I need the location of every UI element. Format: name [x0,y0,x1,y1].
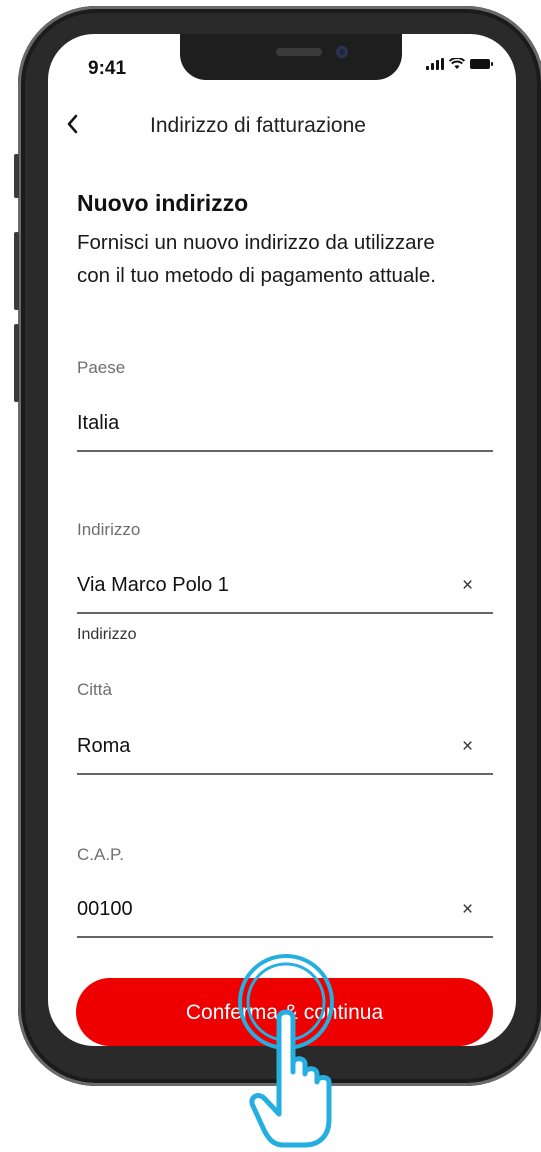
country-underline [77,450,493,452]
zip-label: C.A.P. [77,845,124,864]
country-field[interactable]: Italia [77,412,119,435]
address-clear-button[interactable]: × [462,575,473,597]
address-label: Indirizzo [77,520,141,539]
country-label: Paese [77,358,126,377]
address-field[interactable]: Via Marco Polo 1 [77,574,229,597]
chevron-left-icon [67,114,78,134]
zip-clear-button[interactable]: × [462,899,473,921]
city-underline [77,773,493,775]
city-field[interactable]: Roma [77,735,130,758]
volume-down-button [14,324,19,402]
zip-field[interactable]: 00100 [77,898,133,921]
back-button[interactable] [66,112,80,140]
section-description: Fornisci un nuovo indirizzo da utilizzar… [77,231,436,287]
address-helper-text: Indirizzo [77,626,137,643]
zip-underline [77,936,493,938]
page-title: Indirizzo di fatturazione [150,114,366,137]
city-label: Città [77,680,112,699]
mute-switch [14,154,19,198]
status-icons [426,58,493,70]
notch [180,34,402,80]
section-title: Nuovo indirizzo [77,190,249,216]
screen [48,34,516,1046]
front-camera [336,46,348,58]
tap-hand-icon [238,954,334,1148]
signal-icon [426,58,444,70]
wifi-icon [449,58,465,69]
status-time: 9:41 [88,58,127,79]
address-underline [77,612,493,614]
battery-icon [470,59,493,69]
volume-up-button [14,232,19,310]
speaker-grille [276,48,322,56]
city-clear-button[interactable]: × [462,736,473,758]
